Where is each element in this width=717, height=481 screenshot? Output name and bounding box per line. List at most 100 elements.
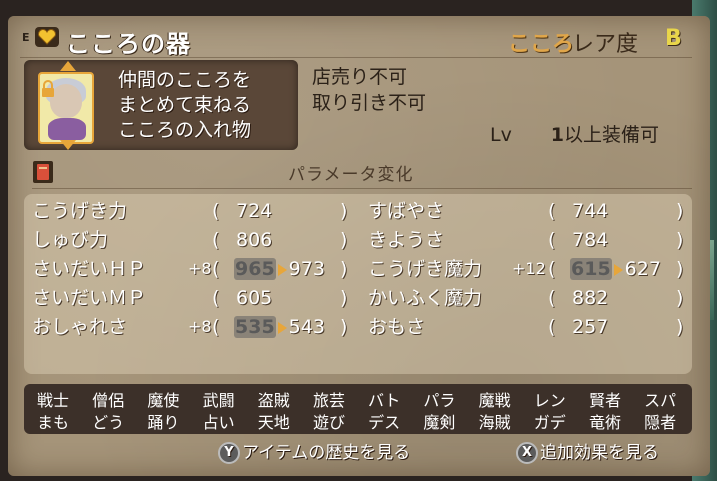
rarity-label-kokoro: こころ xyxy=(508,32,575,57)
stat-paren-open: ( xyxy=(548,229,556,251)
job-label: 戦士 xyxy=(36,391,69,410)
stat-name: すばやさ xyxy=(368,200,445,222)
extra-effects-label: 追加効果を見る xyxy=(540,443,659,463)
job-label: 魔戦 xyxy=(478,391,511,410)
equipped-marker: E xyxy=(22,31,30,44)
divider xyxy=(32,188,692,189)
job-label: 賢者 xyxy=(588,391,621,410)
item-history-label: アイテムの歴史を見る xyxy=(242,443,411,463)
job-label: 魔剣 xyxy=(423,413,456,432)
stat-paren-close: ) xyxy=(340,200,348,222)
job-label: デス xyxy=(368,413,401,432)
item-name: こころの器 xyxy=(66,30,191,58)
x-button-icon: X xyxy=(516,442,538,464)
stat-name: しゅび力 xyxy=(32,229,109,251)
parameter-change-title: パラメータ変化 xyxy=(288,165,414,185)
stat-old-value: 535 xyxy=(234,316,276,338)
stat-new-value: 973 xyxy=(288,258,325,280)
item-history-hint[interactable]: Y アイテムの歴史を見る xyxy=(218,438,410,464)
extra-effects-hint[interactable]: X 追加効果を見る xyxy=(516,438,659,464)
stat-row: さいだいＭＰ xyxy=(32,285,146,311)
stat-paren-open: ( xyxy=(548,200,556,222)
job-label: バト xyxy=(367,391,401,410)
job-label: 竜術 xyxy=(588,413,621,432)
job-label: 僧侶 xyxy=(92,391,125,410)
job-label: 魔使 xyxy=(147,391,180,410)
stat-value: 605 xyxy=(236,287,273,309)
stat-paren-open: ( xyxy=(548,316,556,338)
job-label: まも xyxy=(36,413,69,432)
description-line: まとめて束ねる xyxy=(118,94,252,116)
job-label: 旅芸 xyxy=(312,391,345,410)
job-label: 隠者 xyxy=(644,413,677,432)
stat-value: 744 xyxy=(572,200,609,222)
stat-row: さいだいＨＰ xyxy=(32,256,146,282)
stat-value: 724 xyxy=(236,200,273,222)
job-label: 盗賊 xyxy=(257,391,290,410)
stat-new-value: 543 xyxy=(288,316,325,338)
stat-change: 965 973 xyxy=(234,256,325,282)
stat-paren-close: ) xyxy=(676,200,684,222)
book-icon xyxy=(33,161,53,183)
stat-row: こうげき魔力 xyxy=(368,256,482,282)
stat-change: 615 627 xyxy=(570,256,661,282)
stat-name: きようさ xyxy=(368,229,445,251)
rarity-label: レア度 xyxy=(572,32,639,57)
arrow-right-icon xyxy=(277,263,287,276)
stat-name: さいだいＭＰ xyxy=(32,287,147,309)
stat-row: しゅび力 xyxy=(32,227,108,253)
job-label: 遊び xyxy=(312,413,345,432)
arrow-right-icon xyxy=(613,263,623,276)
stat-paren-open: ( xyxy=(212,316,220,338)
stat-paren-close: ) xyxy=(676,258,684,280)
job-label: 踊り xyxy=(147,413,180,432)
trade-restriction: 取り引き不可 xyxy=(312,92,427,114)
job-label: 海賊 xyxy=(478,413,511,432)
arrow-right-icon xyxy=(277,321,287,334)
stat-row: おもさ xyxy=(368,314,425,340)
scroll-down-arrow-icon[interactable] xyxy=(60,140,76,150)
stat-row: きようさ xyxy=(368,227,444,253)
stat-change: 535 543 xyxy=(234,314,325,340)
stat-row: すばやさ xyxy=(368,198,444,224)
stat-name: かいふく魔力 xyxy=(368,287,483,309)
stat-paren-open: ( xyxy=(548,258,556,280)
scroll-up-arrow-icon[interactable] xyxy=(60,61,76,71)
stat-paren-close: ) xyxy=(340,229,348,251)
sell-restriction: 店売り不可 xyxy=(312,66,408,88)
job-label: スパ xyxy=(644,391,677,410)
stat-value: 806 xyxy=(236,229,273,251)
stat-new-value: 627 xyxy=(624,258,661,280)
stat-name: こうげき力 xyxy=(32,200,128,222)
stat-paren-open: ( xyxy=(212,258,220,280)
lv-label: Lv xyxy=(490,124,512,146)
stat-paren-close: ) xyxy=(340,287,348,309)
trade-restrictions: 店売り不可 取り引き不可 xyxy=(312,64,426,116)
level-requirement: Lv 1以上装備可 xyxy=(490,120,659,147)
stat-value: 784 xyxy=(572,229,609,251)
stat-name: おしゃれさ xyxy=(32,316,128,338)
stat-paren-open: ( xyxy=(212,229,220,251)
stat-paren-open: ( xyxy=(548,287,556,309)
stat-value: 257 xyxy=(572,316,609,338)
job-label: 武闘 xyxy=(202,391,235,410)
stat-paren-open: ( xyxy=(212,200,220,222)
description-line: こころの入れ物 xyxy=(118,119,252,141)
stat-row: おしゃれさ xyxy=(32,314,127,340)
stat-name: さいだいＨＰ xyxy=(32,258,147,280)
description-line: 仲間のこころを xyxy=(118,69,252,91)
job-label: 天地 xyxy=(257,413,290,432)
stat-old-value: 615 xyxy=(570,258,612,280)
stat-paren-close: ) xyxy=(676,287,684,309)
item-description: 仲間のこころを まとめて束ねる こころの入れ物 xyxy=(118,68,251,143)
stat-name: こうげき魔力 xyxy=(368,258,483,280)
stat-paren-close: ) xyxy=(340,258,348,280)
job-label: ガデ xyxy=(533,413,566,432)
stat-old-value: 965 xyxy=(234,258,276,280)
y-button-icon: Y xyxy=(218,442,240,464)
stat-bonus: +8 xyxy=(188,259,212,278)
lv-suffix: 以上装備可 xyxy=(564,124,660,146)
rarity-value: B xyxy=(665,26,682,51)
stat-paren-close: ) xyxy=(676,316,684,338)
job-label: 占い xyxy=(202,413,235,432)
